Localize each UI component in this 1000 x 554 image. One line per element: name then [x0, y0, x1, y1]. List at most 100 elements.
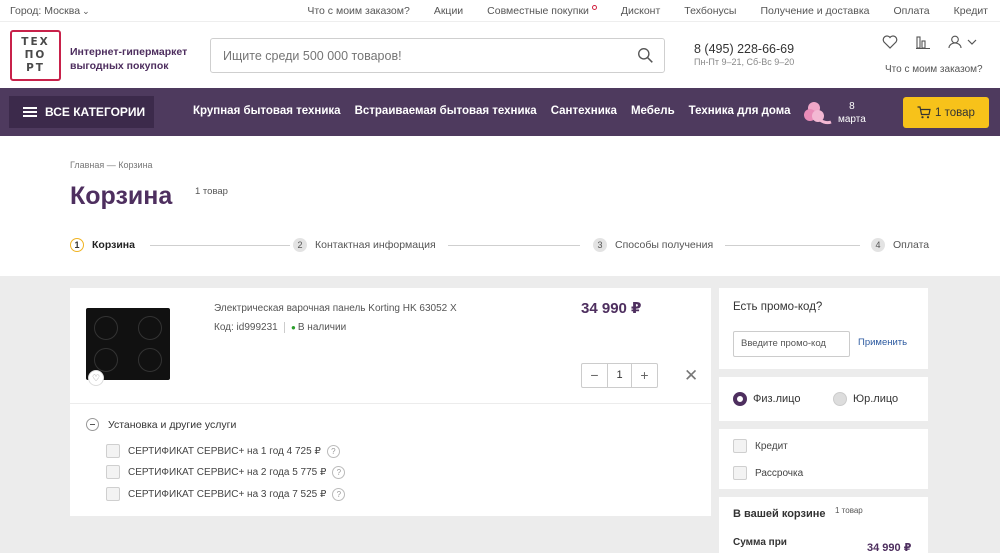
step-number: 3: [593, 238, 607, 252]
checkout-steps: 1 Корзина 2 Контактная информация 3 Спос…: [70, 238, 942, 254]
step-delivery[interactable]: 3 Способы получения: [593, 238, 726, 252]
top-link-discount[interactable]: Дисконт: [621, 5, 660, 17]
logo[interactable]: ТЕХ ПО РТ: [10, 30, 61, 81]
burner-ring: [94, 348, 118, 372]
tagline-line-2: выгодных покупок: [70, 60, 169, 72]
services-toggle[interactable]: Установка и другие услуги: [86, 418, 236, 431]
march-8-text: 8 марта: [838, 100, 866, 126]
decrease-button[interactable]: −: [582, 364, 607, 387]
step-divider: [440, 245, 580, 246]
checkbox[interactable]: [733, 466, 747, 480]
tagline: Интернет-гипермаркет выгодных покупок: [70, 45, 187, 73]
cart-summary: В вашей корзине 1 товар Сумма при 34 990…: [719, 497, 928, 554]
radio-legal-entity[interactable]: Юр.лицо: [833, 392, 898, 406]
user-icon[interactable]: [948, 35, 978, 49]
phone-number[interactable]: 8 (495) 228-66-69: [694, 42, 794, 56]
checkbox[interactable]: [106, 465, 120, 479]
service-option[interactable]: СЕРТИФИКАТ СЕРВИС+ на 1 год 4 725 ₽ ?: [106, 444, 340, 458]
step-number: 4: [871, 238, 885, 252]
nav-link-plumbing[interactable]: Сантехника: [551, 105, 617, 117]
radio-physical-person[interactable]: Физ.лицо: [733, 392, 800, 406]
top-link-order-status[interactable]: Что с моим заказом?: [307, 5, 409, 17]
help-icon[interactable]: ?: [332, 465, 346, 479]
services-section: Установка и другие услуги СЕРТИФИКАТ СЕР…: [70, 404, 711, 516]
top-link-payment[interactable]: Оплата: [894, 5, 930, 17]
in-stock-dot-icon: ●: [291, 323, 296, 332]
menu-icon: [23, 107, 37, 117]
top-link-joint-purchases-label: Совместные покупки: [487, 5, 589, 17]
working-hours: Пн-Пт 9–21, Сб-Вс 9–20: [694, 57, 795, 67]
city-label: Город: Москва: [10, 5, 81, 17]
service-option[interactable]: СЕРТИФИКАТ СЕРВИС+ на 3 года 7 525 ₽ ?: [106, 487, 346, 501]
apply-promo-button[interactable]: Применить: [858, 337, 907, 348]
march-8-day: 8: [849, 101, 855, 112]
heart-icon[interactable]: [882, 35, 898, 49]
credit-label: Кредит: [755, 440, 788, 452]
nav-link-built-in[interactable]: Встраиваемая бытовая техника: [355, 105, 537, 117]
top-link-techbonus[interactable]: Техбонусы: [684, 5, 736, 17]
cart-button[interactable]: 1 товар: [903, 97, 989, 128]
burner-ring: [138, 348, 162, 372]
march-8-promo[interactable]: 8 марта: [800, 98, 875, 128]
top-link-joint-purchases[interactable]: Совместные покупки: [487, 5, 597, 17]
burner-ring: [94, 316, 118, 340]
checkbox[interactable]: [106, 444, 120, 458]
product-image[interactable]: ♡: [86, 308, 170, 386]
page-title: Корзина: [70, 182, 173, 210]
installment-option[interactable]: Рассрочка: [733, 466, 803, 480]
quantity-value[interactable]: 1: [607, 364, 632, 387]
header: ТЕХ ПО РТ Интернет-гипермаркет выгодных …: [0, 22, 1000, 88]
product-name[interactable]: Электрическая варочная панель Korting HK…: [214, 303, 457, 314]
step-payment[interactable]: 4 Оплата: [871, 238, 942, 252]
help-icon[interactable]: ?: [332, 487, 346, 501]
step-label: Способы получения: [615, 239, 714, 251]
flower-icon: [804, 102, 832, 125]
top-link-credit[interactable]: Кредит: [954, 5, 988, 17]
remove-item-button[interactable]: ✕: [684, 367, 698, 384]
step-contacts[interactable]: 2 Контактная информация: [293, 238, 448, 252]
top-links: Что с моим заказом? Акции Совместные пок…: [307, 5, 988, 17]
radio-label: Юр.лицо: [853, 393, 899, 405]
promo-code-panel: Есть промо-код? Введите промо-код Примен…: [719, 288, 928, 369]
promo-title: Есть промо-код?: [733, 301, 823, 313]
help-icon[interactable]: ?: [326, 444, 340, 458]
nav-link-furniture[interactable]: Мебель: [631, 105, 675, 117]
radio-unselected-icon: [833, 392, 847, 406]
compare-icon[interactable]: [916, 35, 930, 49]
nav-link-home-appliances[interactable]: Техника для дома: [689, 105, 791, 117]
top-link-promotions[interactable]: Акции: [434, 5, 463, 17]
cart-icon: [917, 106, 931, 119]
payment-options-panel: Кредит Рассрочка: [719, 429, 928, 489]
service-label: СЕРТИФИКАТ СЕРВИС+ на 3 года 7 525 ₽: [128, 488, 327, 500]
increase-button[interactable]: +: [632, 364, 657, 387]
quantity-stepper: − 1 +: [581, 363, 658, 388]
search-box: [210, 38, 665, 73]
top-link-delivery[interactable]: Получение и доставка: [760, 5, 869, 17]
tagline-line-1: Интернет-гипермаркет: [70, 46, 188, 58]
nav-link-large-appliances[interactable]: Крупная бытовая техника: [193, 105, 341, 117]
checkbox[interactable]: [733, 439, 747, 453]
checkbox[interactable]: [106, 487, 120, 501]
category-links: Крупная бытовая техника Встраиваемая быт…: [193, 105, 791, 117]
cart-count: 1 товар: [935, 106, 975, 119]
logo-line-2: ПО: [24, 49, 47, 61]
logo-line-3: РТ: [26, 62, 45, 74]
breadcrumb[interactable]: Главная — Корзина: [70, 160, 153, 170]
product-price: 34 990 ₽: [581, 300, 642, 317]
new-dot-icon: [591, 5, 597, 10]
credit-option[interactable]: Кредит: [733, 439, 788, 453]
step-label: Контактная информация: [315, 239, 436, 251]
chevron-down-icon: ⌄: [82, 6, 90, 16]
stock-label: В наличии: [297, 322, 347, 333]
service-option[interactable]: СЕРТИФИКАТ СЕРВИС+ на 2 года 5 775 ₽ ?: [106, 465, 346, 479]
services-heading: Установка и другие услуги: [108, 418, 237, 431]
step-number: 2: [293, 238, 307, 252]
order-status-link[interactable]: Что с моим заказом?: [885, 64, 983, 75]
search-icon[interactable]: [637, 47, 654, 64]
search-input[interactable]: [211, 39, 621, 72]
all-categories-button[interactable]: ВСЕ КАТЕГОРИИ: [9, 96, 154, 128]
step-cart[interactable]: 1 Корзина: [70, 238, 147, 252]
city-selector[interactable]: Город: Москва ⌄: [10, 5, 90, 17]
heart-icon[interactable]: ♡: [88, 370, 104, 386]
promo-code-input[interactable]: Введите промо-код: [733, 331, 850, 357]
